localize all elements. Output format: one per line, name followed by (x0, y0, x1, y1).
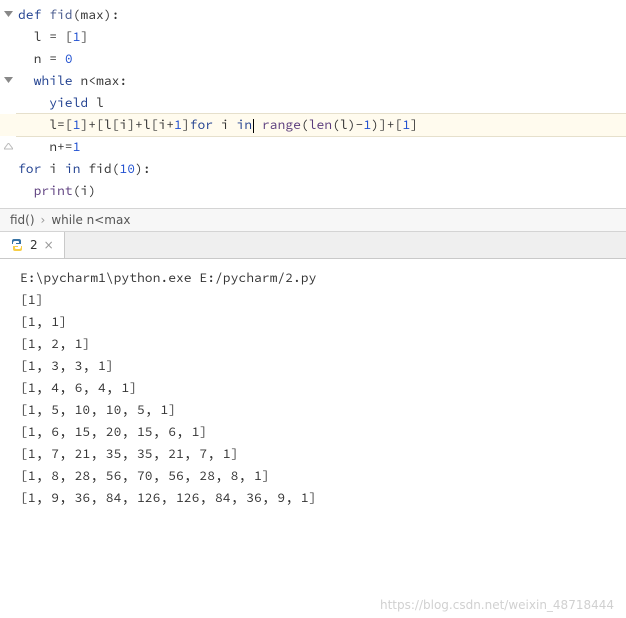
console-line: [1, 7, 21, 35, 35, 21, 7, 1] (20, 443, 626, 465)
code-text: n+=1 (16, 136, 80, 158)
tab-label: 2 (30, 238, 38, 252)
console-line: [1, 5, 10, 10, 5, 1] (20, 399, 626, 421)
code-text: print(i) (16, 180, 96, 202)
code-text: while n<max: (16, 70, 127, 92)
fold-toggle-icon[interactable] (0, 77, 16, 86)
code-line[interactable]: print(i) (0, 180, 626, 202)
console-line: [1, 3, 3, 1] (20, 355, 626, 377)
console-line: [1, 2, 1] (20, 333, 626, 355)
code-line[interactable]: while n<max: (0, 70, 626, 92)
console-line: [1, 6, 15, 20, 15, 6, 1] (20, 421, 626, 443)
run-tabbar[interactable]: 2 × (0, 232, 626, 259)
code-line[interactable]: for i in fid(10): (0, 158, 626, 180)
code-line[interactable]: def fid(max): (0, 4, 626, 26)
run-tab[interactable]: 2 × (0, 232, 65, 258)
code-line[interactable]: n = 0 (0, 48, 626, 70)
console-line: [1, 9, 36, 84, 126, 126, 84, 36, 9, 1] (20, 487, 626, 509)
code-text: for i in fid(10): (16, 158, 151, 180)
console-line: [1, 8, 28, 56, 70, 56, 28, 8, 1] (20, 465, 626, 487)
code-editor[interactable]: def fid(max): l = [1] n = 0 while n<max:… (0, 0, 626, 208)
code-text: n = 0 (16, 48, 73, 70)
code-text: l = [1] (16, 26, 88, 48)
python-icon (10, 238, 24, 252)
breadcrumb-segment[interactable]: while n<max (51, 213, 130, 227)
code-line[interactable]: yield l (0, 92, 626, 114)
block-end-icon (0, 143, 16, 152)
breadcrumb[interactable]: fid() › while n<max (0, 208, 626, 232)
breadcrumb-segment[interactable]: fid() (10, 213, 35, 227)
console-command: E:\pycharm1\python.exe E:/pycharm/2.py (20, 267, 626, 289)
watermark: https://blog.csdn.net/weixin_48718444 (380, 598, 614, 612)
console-output[interactable]: E:\pycharm1\python.exe E:/pycharm/2.py [… (0, 259, 626, 517)
console-line: [1, 4, 6, 4, 1] (20, 377, 626, 399)
code-text: def fid(max): (16, 4, 119, 26)
code-text: yield l (16, 92, 104, 114)
code-line[interactable]: l = [1] (0, 26, 626, 48)
code-line[interactable]: n+=1 (0, 136, 626, 158)
code-line-active[interactable]: l=[1]+[l[i]+l[i+1]for i in range(len(l)-… (0, 114, 626, 136)
breadcrumb-separator-icon: › (41, 213, 46, 227)
code-text: l=[1]+[l[i]+l[i+1]for i in range(len(l)-… (16, 113, 626, 137)
fold-toggle-icon[interactable] (0, 11, 16, 20)
close-icon[interactable]: × (44, 238, 54, 252)
console-line: [1] (20, 289, 626, 311)
console-line: [1, 1] (20, 311, 626, 333)
